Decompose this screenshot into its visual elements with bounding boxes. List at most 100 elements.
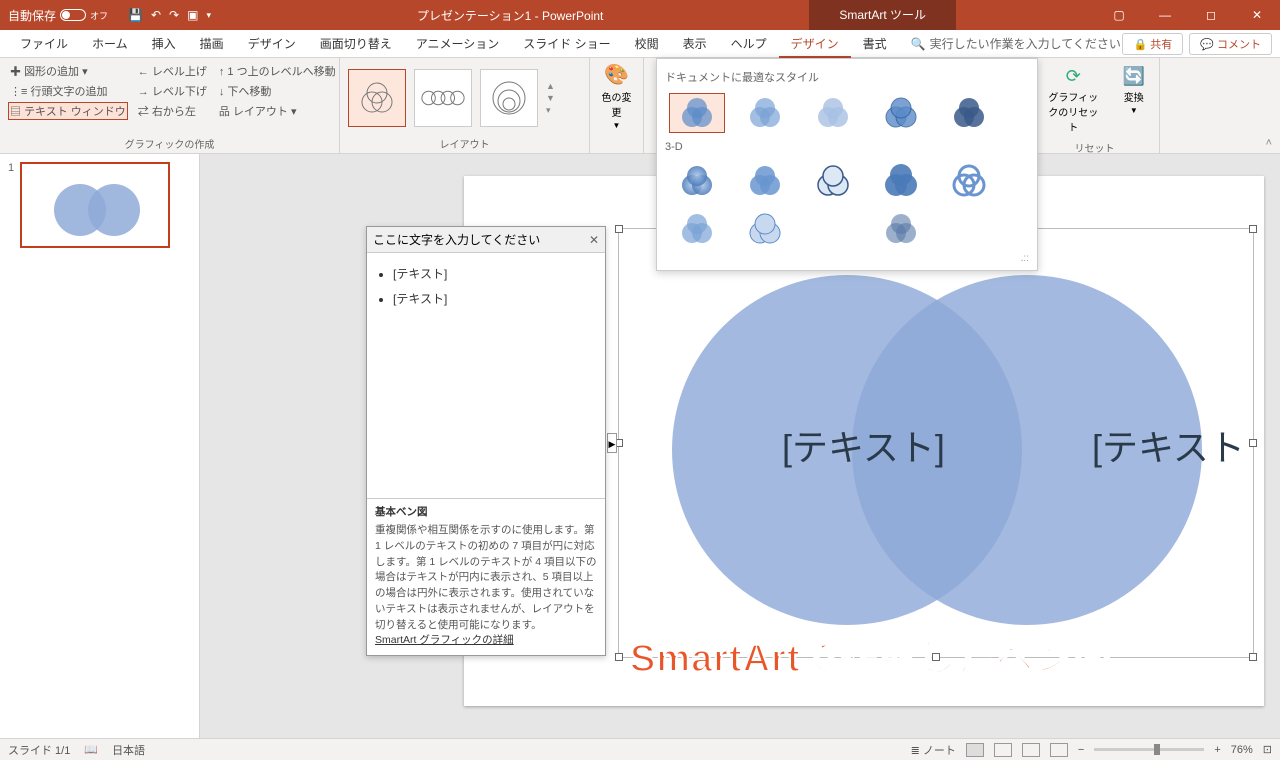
group-label-layout: レイアウト: [348, 134, 581, 151]
tab-view[interactable]: 表示: [671, 30, 719, 58]
text-pane[interactable]: ここに文字を入力してください ✕ [テキスト] [テキスト] 基本ベン図 重複関…: [366, 226, 606, 656]
zoom-level[interactable]: 76%: [1231, 744, 1253, 756]
text-pane-info-body: 重複関係や相互関係を示すのに使用します。第 1 レベルのテキストの初めの 7 項…: [375, 523, 597, 633]
zoom-slider[interactable]: [1094, 748, 1204, 751]
style-thumb-3d-7[interactable]: [737, 209, 793, 249]
workspace: 1 ▶ [テキスト] [テキ: [0, 154, 1280, 738]
layout-option-3[interactable]: [480, 69, 538, 127]
tab-file[interactable]: ファイル: [8, 30, 80, 58]
layout-option-1[interactable]: [348, 69, 406, 127]
from-beginning-icon[interactable]: ▣: [187, 8, 198, 22]
ribbon-display-icon[interactable]: ▢: [1096, 0, 1142, 30]
style-thumb-3d-6[interactable]: [669, 209, 725, 249]
style-thumb-3d-9[interactable]: [873, 209, 929, 249]
style-thumb-3d-4[interactable]: [873, 161, 929, 201]
zoom-out-button[interactable]: −: [1078, 744, 1084, 756]
normal-view-button[interactable]: [966, 743, 984, 757]
gallery-header-best: ドキュメントに最適なスタイル: [663, 65, 1031, 89]
tell-me-search[interactable]: 🔍 実行したい作業を入力してください: [911, 35, 1121, 52]
style-thumb-3d-3[interactable]: [805, 161, 861, 201]
reset-graphic-button[interactable]: ⟳ グラフィックのリセット: [1038, 62, 1109, 138]
group-label-create: グラフィックの作成: [8, 134, 331, 151]
layout-gallery-more-icon[interactable]: ▾: [546, 105, 555, 116]
rtl-button[interactable]: ⇄ 右から左: [136, 102, 209, 120]
promote-button[interactable]: ← レベル上げ: [136, 62, 209, 80]
style-thumb-4[interactable]: [873, 93, 929, 133]
ribbon: ✚ 図形の追加 ▾ ⋮≡ 行頭文字の追加 ▤ テキスト ウィンドウ ← レベル上…: [0, 58, 1280, 154]
text-pane-close-icon[interactable]: ✕: [589, 233, 599, 247]
style-thumb-1[interactable]: [669, 93, 725, 133]
add-bullet-button[interactable]: ⋮≡ 行頭文字の追加: [8, 82, 128, 100]
slide-thumbnails-pane[interactable]: 1: [0, 154, 200, 738]
slideshow-view-button[interactable]: [1050, 743, 1068, 757]
zoom-in-button[interactable]: +: [1214, 744, 1220, 756]
textpane-toggle-tab[interactable]: ▶: [607, 433, 617, 453]
style-thumb-3d-8[interactable]: [805, 209, 861, 249]
style-thumb-2[interactable]: [737, 93, 793, 133]
tab-insert[interactable]: 挿入: [140, 30, 188, 58]
text-pane-button[interactable]: ▤ テキスト ウィンドウ: [8, 102, 128, 120]
status-bar: スライド 1/1 📖 日本語 ≣ ノート − + 76% ⊡: [0, 738, 1280, 760]
venn-diagram[interactable]: [テキスト] [テキスト]: [632, 250, 1242, 650]
palette-icon: 🎨: [604, 62, 629, 87]
tab-design[interactable]: デザイン: [236, 30, 308, 58]
autosave-toggle[interactable]: 自動保存 オフ: [8, 7, 108, 24]
tab-smartart-design[interactable]: デザイン: [779, 30, 851, 58]
undo-icon[interactable]: ↶: [151, 8, 161, 22]
text-pane-title: ここに文字を入力してください: [373, 231, 540, 248]
redo-icon[interactable]: ↷: [169, 8, 179, 22]
gallery-resize-handle[interactable]: .::: [663, 253, 1031, 264]
tab-draw[interactable]: 描画: [188, 30, 236, 58]
tab-transitions[interactable]: 画面切り替え: [308, 30, 404, 58]
spellcheck-icon[interactable]: 📖: [84, 743, 98, 756]
sorter-view-button[interactable]: [994, 743, 1012, 757]
text-pane-item-1[interactable]: [テキスト]: [393, 261, 595, 286]
reading-view-button[interactable]: [1022, 743, 1040, 757]
layout-option-2[interactable]: [414, 69, 472, 127]
status-slide-number[interactable]: スライド 1/1: [8, 742, 70, 758]
layout-button[interactable]: 品 レイアウト ▾: [217, 102, 338, 120]
text-pane-info-link[interactable]: SmartArt グラフィックの詳細: [375, 634, 514, 646]
layout-gallery-down-icon[interactable]: ▼: [546, 93, 555, 103]
style-thumb-3d-1[interactable]: [669, 161, 725, 201]
move-down-button[interactable]: ↓ 下へ移動: [217, 82, 338, 100]
notes-button[interactable]: ≣ ノート: [911, 742, 956, 758]
text-pane-info-title: 基本ベン図: [375, 505, 597, 521]
share-button[interactable]: 🔒 共有: [1122, 33, 1183, 55]
fit-to-window-button[interactable]: ⊡: [1263, 743, 1272, 756]
text-pane-item-2[interactable]: [テキスト]: [393, 286, 595, 311]
tab-home[interactable]: ホーム: [80, 30, 140, 58]
contextual-tab-title: SmartArt ツール: [809, 0, 956, 30]
venn-right-label[interactable]: [テキスト]: [1092, 427, 1242, 468]
change-colors-button[interactable]: 🎨 色の変更 ▼: [598, 62, 635, 149]
style-thumb-3d-5[interactable]: [941, 161, 997, 201]
venn-left-label[interactable]: [テキスト]: [782, 427, 945, 468]
comments-button[interactable]: 💬 コメント: [1189, 33, 1272, 55]
move-up-button[interactable]: ↑ 1 つ上のレベルへ移動: [217, 62, 338, 80]
tab-smartart-format[interactable]: 書式: [851, 30, 899, 58]
status-language[interactable]: 日本語: [112, 742, 145, 758]
close-icon[interactable]: ✕: [1234, 0, 1280, 30]
slide-thumbnail-1[interactable]: 1: [8, 162, 191, 248]
save-icon[interactable]: 💾: [128, 8, 143, 22]
collapse-ribbon-icon[interactable]: ˄: [1258, 133, 1280, 153]
gallery-header-3d: 3-D: [663, 137, 1031, 157]
convert-button[interactable]: 🔄 変換 ▼: [1117, 62, 1151, 138]
ribbon-tabs: ファイル ホーム 挿入 描画 デザイン 画面切り替え アニメーション スライド …: [0, 30, 1280, 58]
tab-help[interactable]: ヘルプ: [719, 30, 779, 58]
slide-caption: SmartArtで作成したベン図: [630, 627, 1113, 682]
convert-icon: 🔄: [1123, 66, 1145, 87]
style-thumb-3[interactable]: [805, 93, 861, 133]
tab-animations[interactable]: アニメーション: [404, 30, 512, 58]
tab-review[interactable]: 校閲: [623, 30, 671, 58]
minimize-icon[interactable]: —: [1142, 0, 1188, 30]
style-thumb-5[interactable]: [941, 93, 997, 133]
smartart-style-gallery: ドキュメントに最適なスタイル 3-D .::: [656, 58, 1038, 271]
add-shape-button[interactable]: ✚ 図形の追加 ▾: [8, 62, 128, 80]
reset-icon: ⟳: [1066, 66, 1081, 87]
tab-slideshow[interactable]: スライド ショー: [511, 30, 622, 58]
demote-button[interactable]: → レベル下げ: [136, 82, 209, 100]
maximize-icon[interactable]: ◻: [1188, 0, 1234, 30]
style-thumb-3d-2[interactable]: [737, 161, 793, 201]
layout-gallery-up-icon[interactable]: ▲: [546, 81, 555, 91]
